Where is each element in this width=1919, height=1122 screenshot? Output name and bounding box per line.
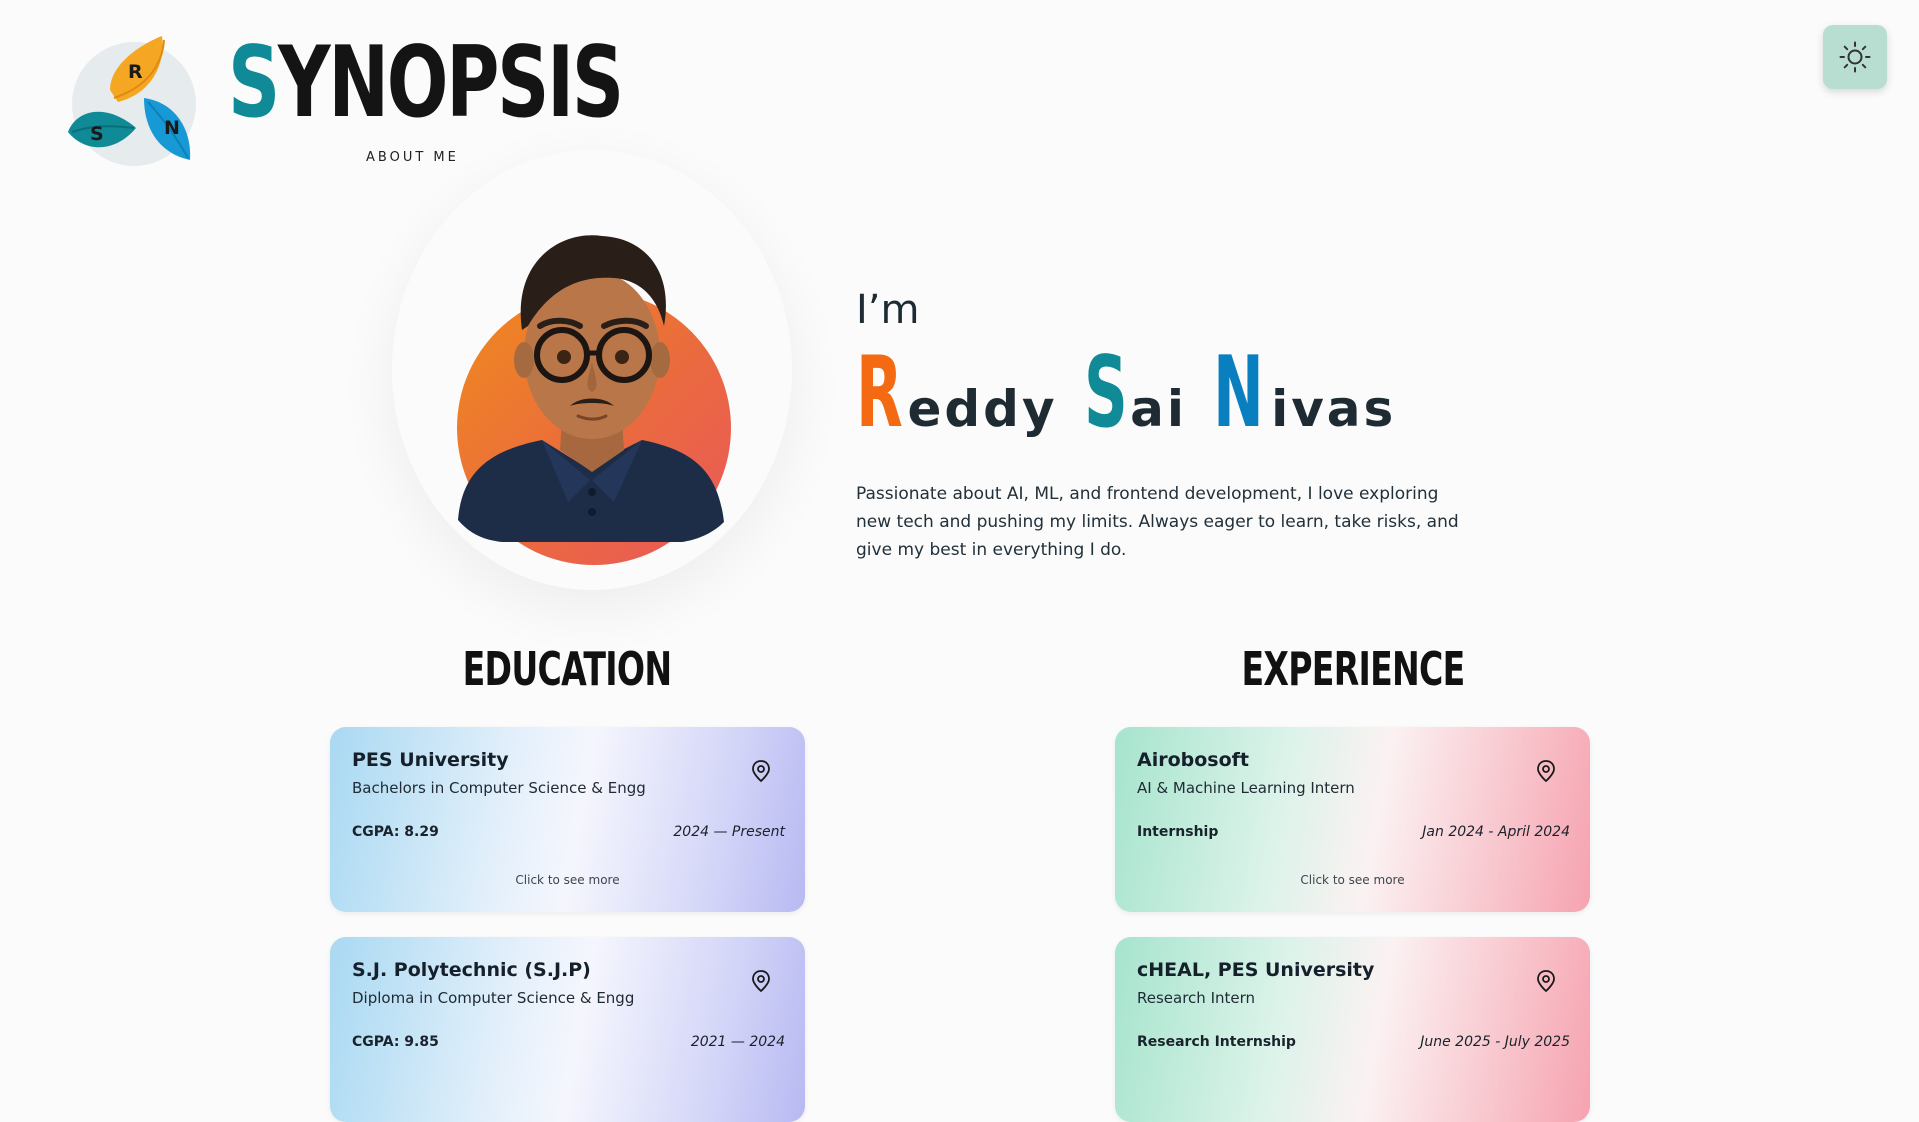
experience-card[interactable]: cHEAL, PES University Research Intern Re… — [1115, 937, 1590, 1122]
card-meta: Research Internship — [1137, 1034, 1296, 1050]
experience-heading: EXPERIENCE — [1241, 642, 1466, 696]
location-pin-icon — [752, 970, 770, 993]
card-dates: 2021 — 2024 — [690, 1034, 785, 1050]
card-meta: Internship — [1137, 824, 1219, 840]
brand-title: SYNOPSIS — [228, 34, 624, 132]
name-part-ivas: ivas — [1271, 380, 1397, 438]
name-initial-s: S — [1083, 336, 1128, 450]
name-initial-n: N — [1213, 336, 1264, 450]
experience-card[interactable]: Airobosoft AI & Machine Learning Intern … — [1115, 727, 1590, 912]
see-more-link[interactable]: Click to see more — [330, 873, 805, 887]
theme-toggle-button[interactable] — [1823, 25, 1887, 89]
location-pin-icon — [1537, 970, 1555, 993]
education-card[interactable]: S.J. Polytechnic (S.J.P) Diploma in Comp… — [330, 937, 805, 1122]
card-title: S.J. Polytechnic (S.J.P) — [352, 959, 591, 981]
brand: SYNOPSIS ABOUT ME — [228, 34, 760, 165]
name-part-ai: ai — [1130, 380, 1188, 438]
intro-section: I’m Reddy Sai Nivas Passionate about AI, M… — [856, 290, 1496, 564]
card-title: PES University — [352, 749, 509, 771]
bio-text: Passionate about AI, ML, and frontend de… — [856, 484, 1459, 560]
card-dates: Jan 2024 - April 2024 — [1422, 824, 1570, 840]
sun-icon — [1839, 41, 1871, 73]
education-card[interactable]: PES University Bachelors in Computer Sci… — [330, 727, 805, 912]
education-heading: EDUCATION — [462, 642, 672, 696]
card-subtitle: Diploma in Computer Science & Engg — [352, 989, 635, 1007]
card-title: Airobosoft — [1137, 749, 1250, 771]
see-more-link[interactable]: Click to see more — [1115, 873, 1590, 887]
card-subtitle: Bachelors in Computer Science & Engg — [352, 779, 646, 797]
location-pin-icon — [1537, 760, 1555, 783]
location-pin-icon — [752, 760, 770, 783]
card-subtitle: AI & Machine Learning Intern — [1137, 779, 1355, 797]
name-initial-r: R — [856, 336, 903, 450]
logo-mark: R S N — [66, 32, 206, 172]
logo-letter-s: S — [90, 123, 104, 145]
card-dates: 2024 — Present — [673, 824, 785, 840]
greeting: I’m — [856, 287, 920, 333]
full-name: Reddy Sai Nivas — [856, 344, 1496, 442]
card-subtitle: Research Intern — [1137, 989, 1256, 1007]
card-title: cHEAL, PES University — [1137, 959, 1375, 981]
card-meta: CGPA: 9.85 — [352, 1034, 439, 1050]
logo-letter-n: N — [164, 117, 180, 139]
avatar — [392, 150, 792, 590]
brand-title-rest: YNOPSIS — [278, 26, 624, 140]
brand-title-first-letter: S — [228, 26, 280, 140]
card-meta: CGPA: 8.29 — [352, 824, 439, 840]
card-dates: June 2025 - July 2025 — [1420, 1034, 1570, 1050]
logo-letter-r: R — [128, 61, 143, 83]
name-part-eddy: eddy — [907, 380, 1058, 438]
